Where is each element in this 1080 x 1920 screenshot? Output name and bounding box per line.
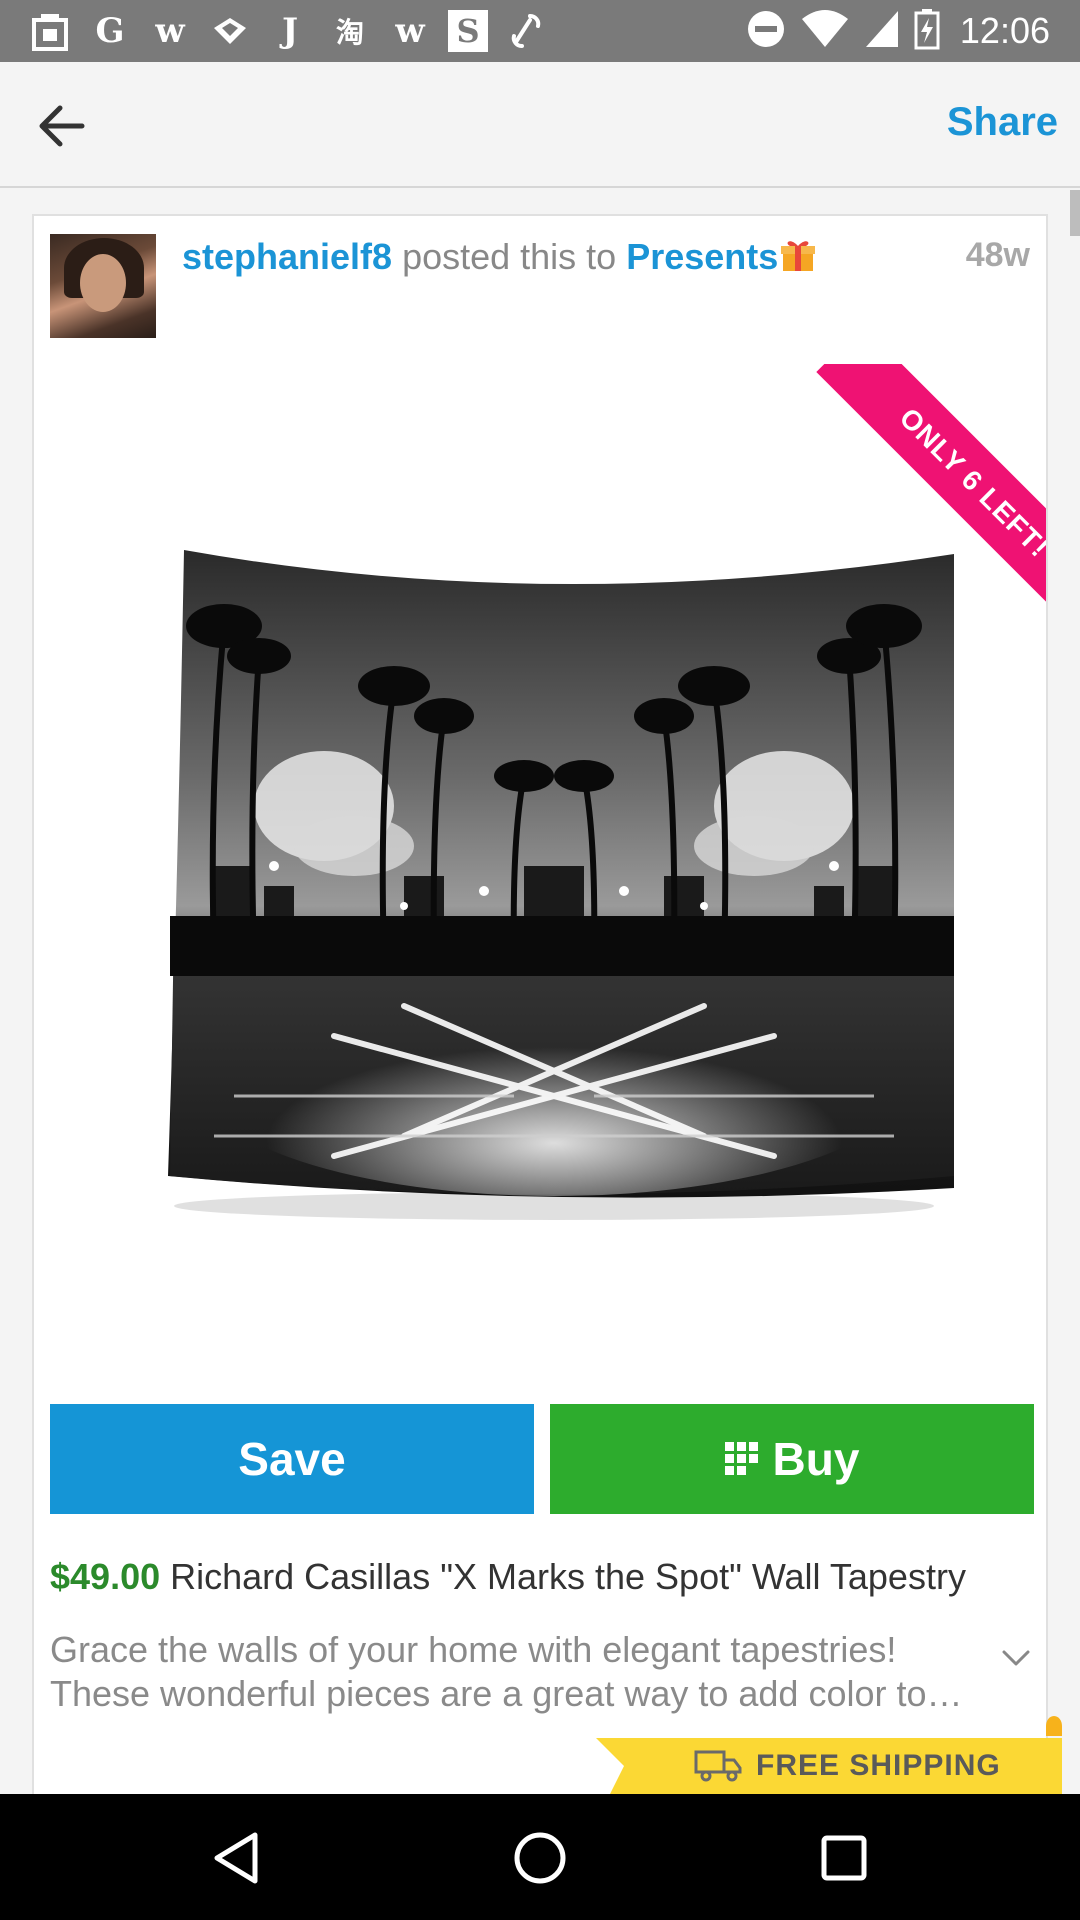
- description-line-1: Grace the walls of your home with elegan…: [50, 1629, 897, 1670]
- w-app-icon-2: w: [395, 11, 425, 51]
- avatar[interactable]: [50, 234, 156, 338]
- system-icons: 12:06: [746, 8, 1050, 54]
- back-button[interactable]: [30, 94, 94, 158]
- free-shipping-label: FREE SHIPPING: [756, 1749, 1001, 1782]
- free-shipping-banner: FREE SHIPPING: [596, 1738, 1062, 1794]
- triangle-back-icon: [214, 1832, 258, 1884]
- grid-icon: [724, 1442, 758, 1475]
- signal-icon: [864, 9, 900, 54]
- share-button[interactable]: Share: [947, 100, 1058, 145]
- do-not-disturb-icon: [746, 9, 786, 54]
- save-button-label: Save: [238, 1433, 346, 1485]
- post-attribution: stephanielf8 posted this to Presents: [182, 236, 816, 278]
- username-link[interactable]: stephanielf8: [182, 236, 392, 277]
- nav-recents-button[interactable]: [804, 1818, 884, 1898]
- notification-icons: G w J 淘 w S: [28, 8, 548, 54]
- status-bar: G w J 淘 w S 12:06: [0, 0, 1080, 62]
- post-age: 48w: [965, 236, 1030, 274]
- truck-icon: [694, 1750, 742, 1782]
- buy-button-label: Buy: [772, 1433, 860, 1485]
- w-app-icon: w: [155, 11, 185, 51]
- battery-charging-icon: [914, 8, 940, 55]
- wifi-icon: [800, 9, 850, 54]
- arrow-left-icon: [39, 105, 85, 147]
- description-line-2: These wonderful pieces are a great way t…: [50, 1673, 970, 1714]
- product-title: Richard Casillas "X Marks the Spot" Wall…: [160, 1556, 966, 1597]
- clock: 12:06: [959, 10, 1050, 51]
- navigation-bar: [0, 1794, 1080, 1920]
- taobao-icon: 淘: [335, 16, 364, 49]
- product-title-line[interactable]: $49.00 Richard Casillas "X Marks the Spo…: [50, 1556, 1030, 1598]
- save-button[interactable]: Save: [50, 1404, 534, 1514]
- chevron-down-icon[interactable]: [998, 1640, 1034, 1676]
- banner-corner: [1046, 1716, 1062, 1736]
- posted-text: posted this to: [392, 236, 627, 277]
- stock-ribbon-label: ONLY 6 LEFT!: [816, 364, 1046, 628]
- product-price: $49.00: [50, 1556, 161, 1597]
- link-icon: [504, 9, 548, 53]
- gift-icon: [780, 237, 816, 273]
- product-description[interactable]: Grace the walls of your home with elegan…: [50, 1628, 970, 1716]
- app-bar: Share: [0, 62, 1080, 188]
- j-app-icon: J: [281, 11, 299, 51]
- s-app-icon: S: [448, 10, 488, 52]
- bag-icon: [28, 9, 72, 53]
- nav-home-button[interactable]: [500, 1818, 580, 1898]
- square-recents-icon: [821, 1835, 867, 1881]
- product-image[interactable]: [154, 536, 954, 1236]
- ribbon-icon: [208, 9, 252, 53]
- google-icon: G: [95, 11, 125, 51]
- nav-back-button[interactable]: [196, 1818, 276, 1898]
- scrollbar[interactable]: [1070, 190, 1080, 236]
- collection-link[interactable]: Presents: [626, 236, 778, 277]
- circle-home-icon: [514, 1832, 566, 1884]
- post-card: stephanielf8 posted this to Presents 48w: [32, 214, 1048, 1814]
- buy-button[interactable]: Buy: [550, 1404, 1034, 1514]
- stock-ribbon: ONLY 6 LEFT!: [782, 364, 1046, 628]
